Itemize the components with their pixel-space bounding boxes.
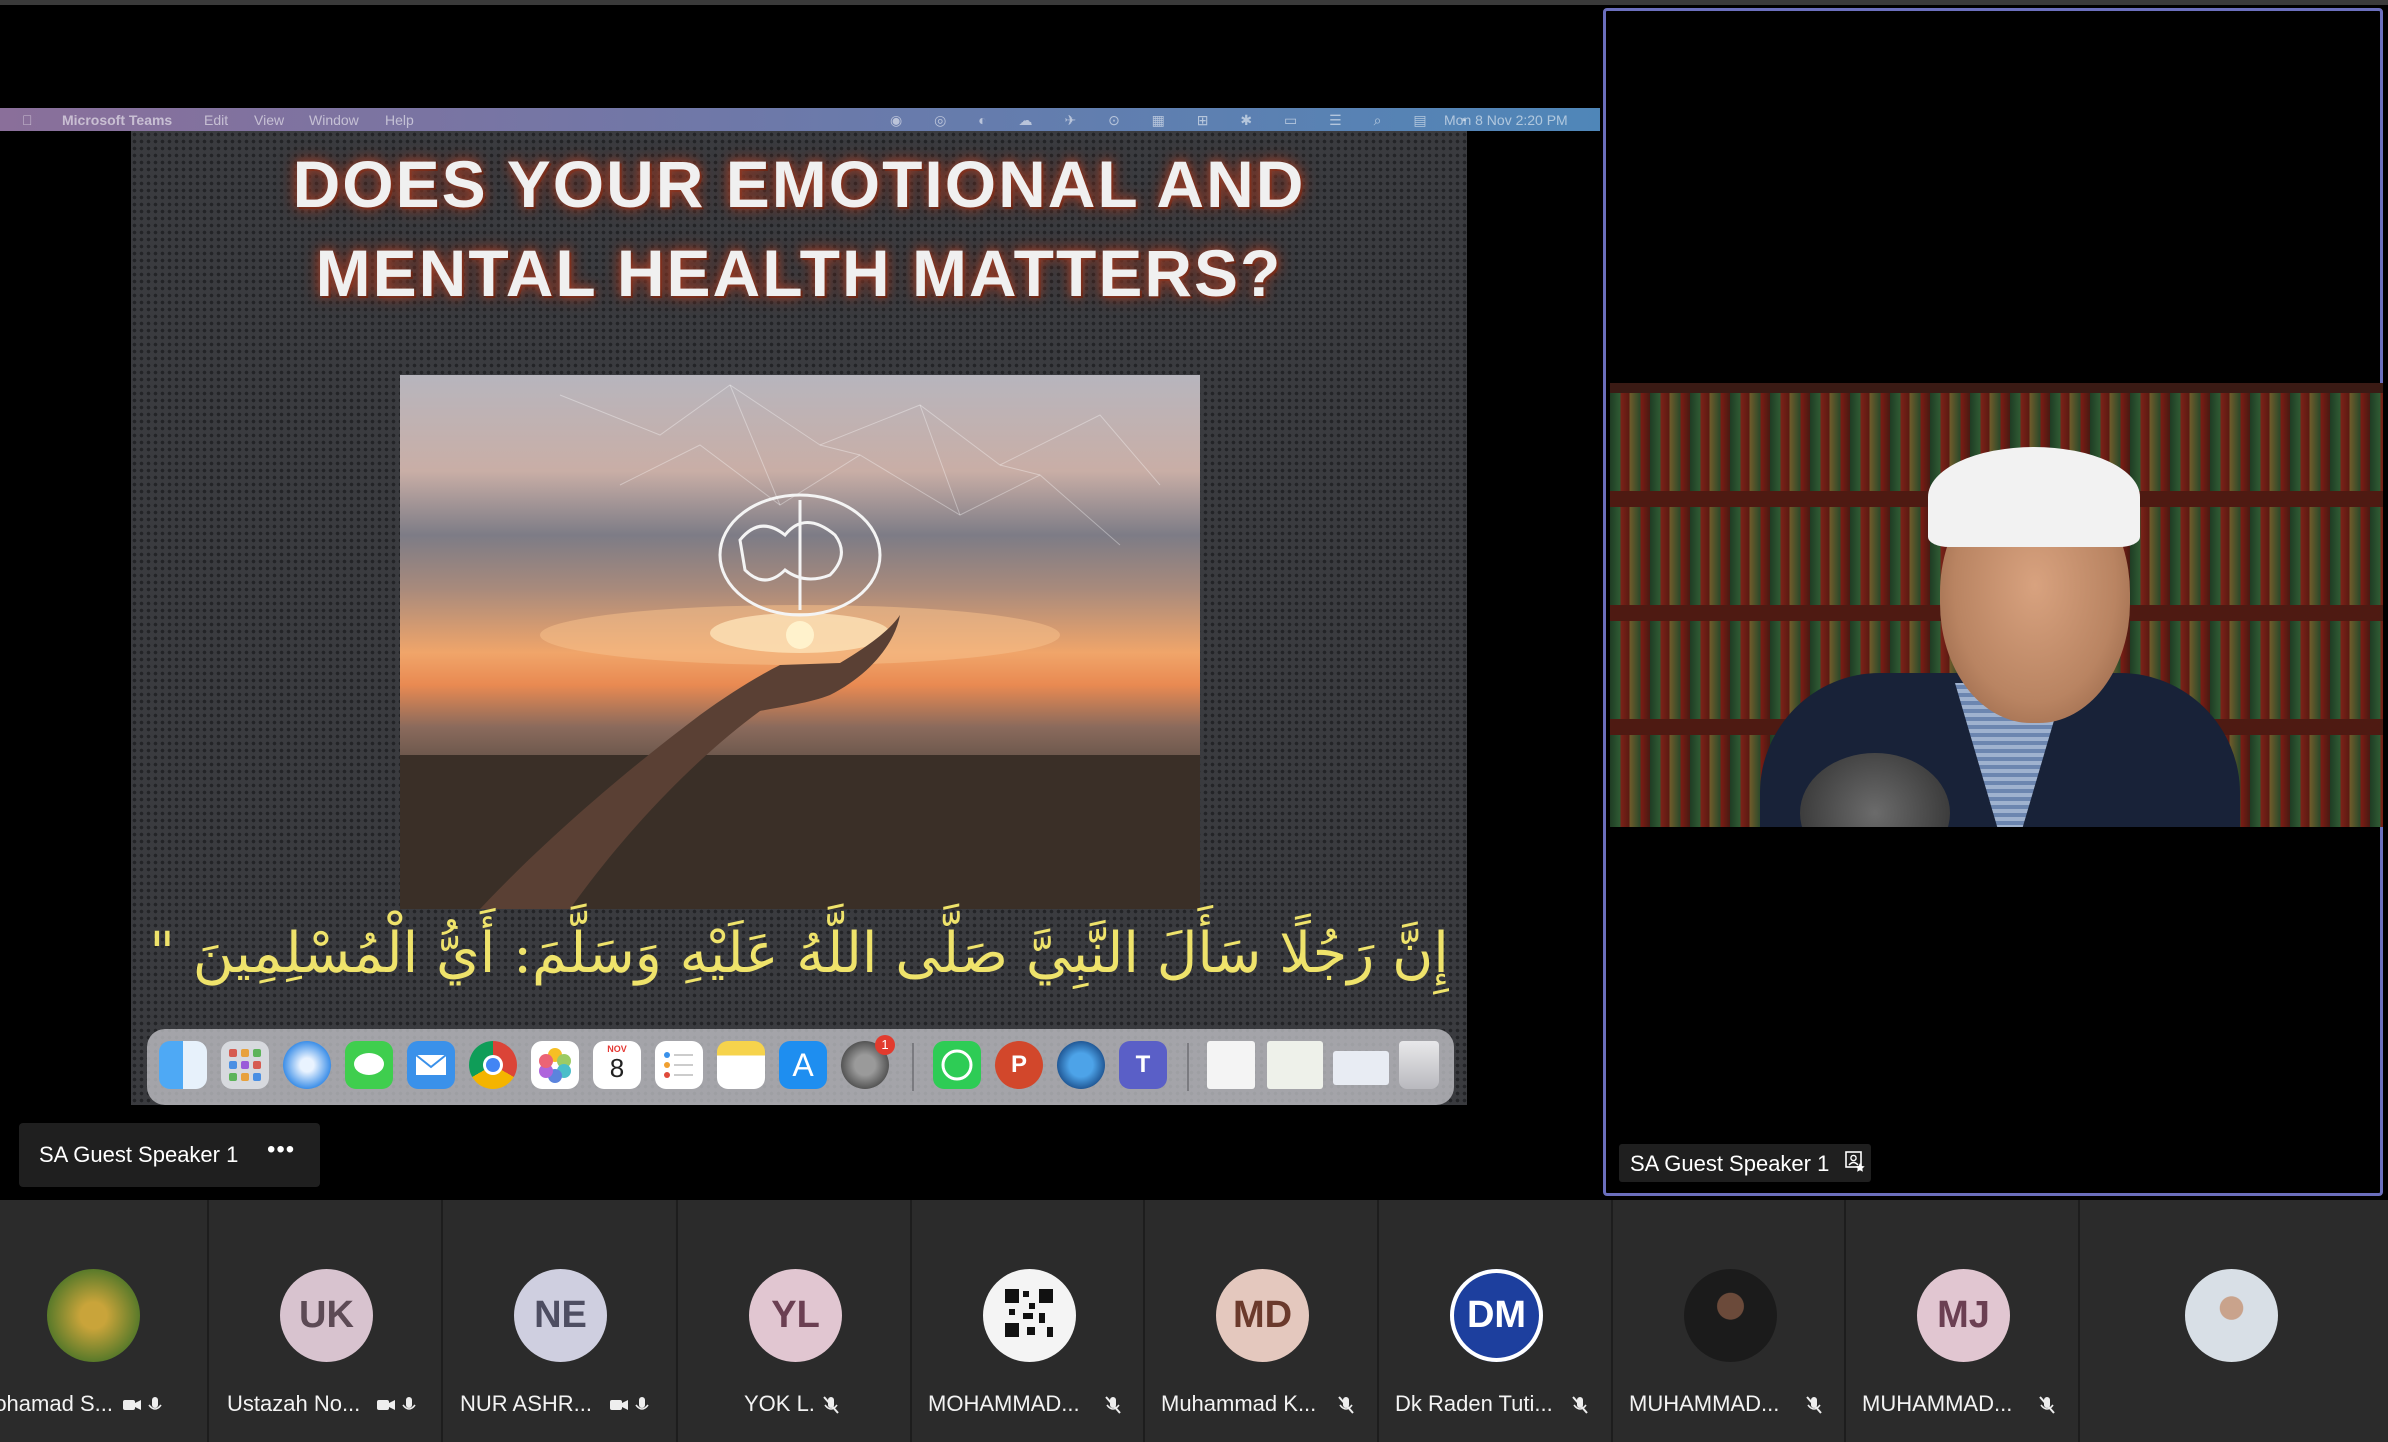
- launchpad-icon[interactable]: [221, 1041, 269, 1089]
- notes-icon[interactable]: [717, 1041, 765, 1089]
- speaker-video-feed: [1610, 383, 2383, 827]
- trash-icon[interactable]: [1399, 1041, 1439, 1089]
- avatar: YL: [749, 1269, 842, 1362]
- participant-tile[interactable]: MOHAMMAD...: [912, 1200, 1144, 1442]
- photos-icon[interactable]: [531, 1041, 579, 1089]
- speaker-name-label: SA Guest Speaker 1: [1619, 1144, 1871, 1182]
- avatar: MJ: [1917, 1269, 2010, 1362]
- participant-name: MUHAMMAD...: [1629, 1391, 1780, 1416]
- participant-tile[interactable]: YL YOK L.: [678, 1200, 910, 1442]
- microphone-muted-icon: [1806, 1396, 1822, 1414]
- document-icon[interactable]: [1207, 1041, 1255, 1089]
- teams-icon[interactable]: T: [1119, 1041, 1167, 1089]
- calendar-icon[interactable]: NOV 8: [593, 1041, 641, 1089]
- webex-icon[interactable]: [1057, 1041, 1105, 1089]
- powerpoint-icon[interactable]: P: [995, 1041, 1043, 1089]
- participant-tile[interactable]: MUHAMMAD...: [1613, 1200, 1845, 1442]
- participant-name: Ustazah No...: [227, 1391, 361, 1416]
- microphone-icon: [148, 1397, 162, 1410]
- calendar-day: 8: [609, 1053, 625, 1083]
- notification-badge: 1: [875, 1035, 895, 1055]
- participant-name: Mohamad S...: [0, 1391, 113, 1416]
- more-options-button[interactable]: •••: [267, 1136, 295, 1164]
- participant-tile[interactable]: Mohamad S...: [0, 1200, 208, 1442]
- participant-name: NUR ASHR...: [460, 1391, 593, 1416]
- participant-name: YOK L.: [744, 1391, 815, 1416]
- slide-image-hand-brain-sunset: [400, 375, 1200, 909]
- participant-name: MOHAMMAD...: [928, 1391, 1080, 1416]
- video-off-icon: [610, 1400, 628, 1410]
- shared-screen[interactable]:  Microsoft Teams Edit View Window Help …: [0, 5, 1600, 1200]
- qr-code-icon: [1005, 1289, 1053, 1337]
- microphone-icon: [402, 1397, 416, 1410]
- sunset-scene-graphic: [400, 384, 1200, 909]
- avatar: [2185, 1269, 2278, 1362]
- microphone-muted-icon: [2039, 1396, 2055, 1414]
- dock-separator: [1187, 1043, 1189, 1091]
- microphone-muted-icon: [1338, 1396, 1354, 1414]
- system-preferences-icon[interactable]: 1: [841, 1035, 895, 1089]
- participant-name: Dk Raden Tuti...: [1395, 1391, 1553, 1416]
- whatsapp-icon[interactable]: [933, 1041, 981, 1089]
- microphone-icon: [635, 1397, 649, 1410]
- spreadsheet-icon[interactable]: [1267, 1041, 1323, 1089]
- participant-tile[interactable]: [2080, 1200, 2388, 1442]
- mac-dock[interactable]: NOV 8 A 1 P T: [147, 1029, 1454, 1105]
- avatar: DM: [1450, 1269, 1543, 1362]
- apple-icon: : [22, 112, 33, 128]
- microphone-muted-icon: [1105, 1396, 1121, 1414]
- finder-icon[interactable]: [159, 1041, 207, 1089]
- safari-icon[interactable]: [283, 1041, 331, 1089]
- slide-title-line-2: MENTAL HEALTH MATTERS?: [315, 236, 1283, 310]
- speaker-cap: [1928, 447, 2140, 547]
- slide-title-line-1: DOES YOUR EMOTIONAL AND: [292, 147, 1306, 221]
- speaker-name: SA Guest Speaker 1: [1630, 1151, 1830, 1176]
- avatar: NE: [514, 1269, 607, 1362]
- menubar-view: View: [254, 112, 285, 128]
- participant-tile[interactable]: NE NUR ASHR...: [443, 1200, 675, 1442]
- participant-tile[interactable]: MJ MUHAMMAD...: [1846, 1200, 2078, 1442]
- arabic-hadith-text: إِنَّ رَجُلًا سَأَلَ النَّبِيَّ صَلَّى ا…: [149, 921, 1449, 986]
- organizer-presenter-icon: [1845, 1151, 1865, 1172]
- microphone-muted-icon: [823, 1396, 839, 1414]
- app-store-icon[interactable]: A: [779, 1041, 827, 1089]
- speaker-video-panel[interactable]: SA Guest Speaker 1: [1603, 8, 2383, 1196]
- menubar-status-icons: ◉ ◎ ◐ ☁ ✈ ⊙ ▦ ⊞ ✱ ▭ ☰ ⌕ ▤ ◔: [890, 112, 1481, 128]
- reminders-icon[interactable]: [655, 1041, 703, 1089]
- menubar-app-name: Microsoft Teams: [62, 112, 173, 128]
- scanner-icon[interactable]: [1333, 1051, 1389, 1085]
- shared-screen-presenter-label: SA Guest Speaker 1 •••: [19, 1123, 320, 1187]
- participant-tile[interactable]: DM Dk Raden Tuti...: [1379, 1200, 1611, 1442]
- avatar: MD: [1216, 1269, 1309, 1362]
- video-off-icon: [123, 1400, 141, 1410]
- presentation-slide: DOES YOUR EMOTIONAL AND MENTAL HEALTH MA…: [131, 131, 1467, 1105]
- messages-icon[interactable]: [345, 1041, 393, 1089]
- menubar-window: Window: [309, 112, 359, 128]
- avatar: [47, 1269, 140, 1362]
- presenter-name: SA Guest Speaker 1: [39, 1142, 239, 1167]
- participant-tile[interactable]: UK Ustazah No...: [209, 1200, 441, 1442]
- menubar-help: Help: [385, 112, 414, 128]
- menubar-edit: Edit: [204, 112, 229, 128]
- dock-separator: [912, 1043, 914, 1091]
- participant-name: Muhammad K...: [1161, 1391, 1317, 1416]
- microphone-muted-icon: [1572, 1396, 1588, 1414]
- video-off-icon: [377, 1400, 395, 1410]
- mac-menubar:  Microsoft Teams Edit View Window Help …: [0, 108, 1600, 131]
- avatar: [983, 1269, 1076, 1362]
- avatar: UK: [280, 1269, 373, 1362]
- menubar-clock: Mon 8 Nov 2:20 PM: [1444, 112, 1568, 128]
- participant-name: MUHAMMAD...: [1862, 1391, 2013, 1416]
- chrome-icon[interactable]: [469, 1041, 517, 1089]
- participant-tile[interactable]: MD Muhammad K...: [1145, 1200, 1377, 1442]
- mail-icon[interactable]: [407, 1041, 455, 1089]
- participant-strip: Mohamad S... UK Ustazah No... NE NUR ASH…: [0, 1200, 2388, 1442]
- avatar: [1684, 1269, 1777, 1362]
